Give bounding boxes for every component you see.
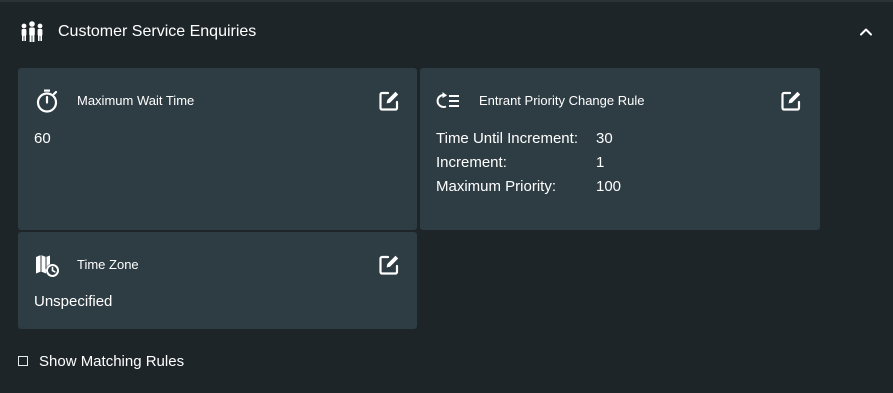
panel-header[interactable]: Customer Service Enquiries xyxy=(0,2,893,62)
max-wait-time-title: Maximum Wait Time xyxy=(77,93,195,108)
max-wait-time-card: Maximum Wait Time 60 xyxy=(18,68,417,230)
max-wait-time-value: 60 xyxy=(34,130,51,147)
show-matching-rules-label[interactable]: Show Matching Rules xyxy=(39,352,184,372)
people-group-icon xyxy=(19,20,45,44)
show-matching-rules-checkbox[interactable] xyxy=(18,356,28,366)
increment-label: Increment: xyxy=(436,154,507,171)
maximum-priority-label: Maximum Priority: xyxy=(436,178,557,195)
edit-max-wait-time-button[interactable] xyxy=(377,89,401,113)
edit-time-zone-button[interactable] xyxy=(377,253,401,277)
time-zone-value: Unspecified xyxy=(34,293,113,310)
maximum-priority-value: 100 xyxy=(596,178,622,195)
panel-title: Customer Service Enquiries xyxy=(58,23,257,40)
priority-list-icon xyxy=(436,88,462,114)
priority-change-rule-title: Entrant Priority Change Rule xyxy=(479,93,645,108)
increment-value: 1 xyxy=(596,154,605,171)
time-zone-card: Time Zone Unspecified xyxy=(18,232,417,329)
priority-change-rule-card: Entrant Priority Change Rule Time Until … xyxy=(420,68,820,230)
edit-priority-change-rule-button[interactable] xyxy=(779,89,803,113)
time-zone-title: Time Zone xyxy=(77,257,139,272)
time-until-increment-value: 30 xyxy=(596,130,613,147)
map-clock-icon xyxy=(34,252,60,278)
stopwatch-icon xyxy=(34,88,60,114)
chevron-up-icon[interactable] xyxy=(856,22,876,42)
time-until-increment-label: Time Until Increment: xyxy=(436,130,578,147)
queue-panel: Customer Service Enquiries Maximum Wait … xyxy=(0,0,893,393)
